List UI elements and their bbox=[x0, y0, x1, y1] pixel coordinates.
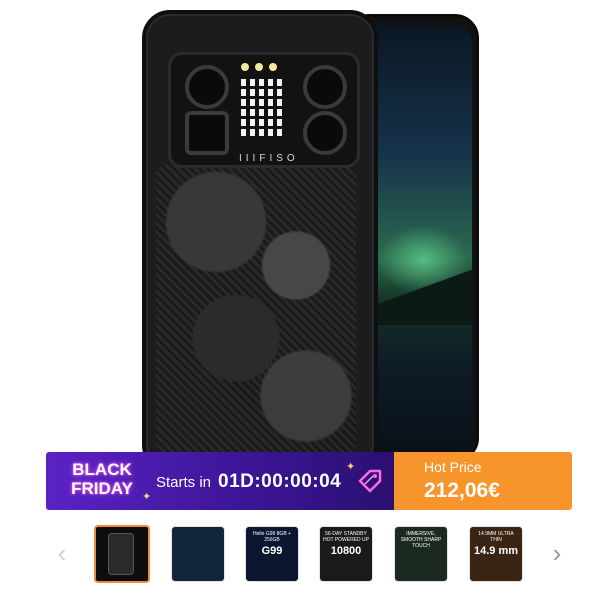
event-title-line1: BLACK bbox=[72, 460, 132, 479]
fingerprint-sensor-icon bbox=[185, 111, 229, 155]
product-image[interactable]: IIIFISO bbox=[0, 0, 601, 473]
starts-in-label: Starts in bbox=[156, 474, 212, 491]
thumbnail-headline: G99 bbox=[261, 545, 283, 557]
hot-price-value: 212,06€ bbox=[424, 479, 500, 502]
camera-lens-icon bbox=[303, 111, 347, 155]
chevron-left-icon[interactable]: ‹ bbox=[52, 538, 72, 569]
thumbnail-caption: 56-DAY STANDBY HOT POWERED UP bbox=[322, 531, 370, 543]
thumbnail-headline: 10800 bbox=[330, 545, 362, 557]
thumbnail-3[interactable]: Helio G99 8GB + 256GB G99 bbox=[245, 526, 299, 582]
camo-pattern bbox=[156, 164, 356, 454]
price-tag-icon bbox=[358, 469, 382, 493]
event-title: BLACK FRIDAY bbox=[60, 460, 144, 498]
camera-lens-icon bbox=[303, 65, 347, 109]
hot-price-panel: Hot Price 212,06€ bbox=[394, 452, 572, 510]
thumbnail-2[interactable] bbox=[171, 526, 225, 582]
led-matrix bbox=[241, 79, 285, 139]
thumbnail-carousel: ‹ Helio G99 8GB + 256GB G99 56-DAY STAND… bbox=[0, 522, 601, 586]
camera-lens-icon bbox=[185, 65, 229, 109]
chevron-right-icon[interactable]: › bbox=[547, 538, 567, 569]
thumbnail-caption: IMMERSIVE, SMOOTH SHARP TOUCH bbox=[400, 531, 442, 549]
black-friday-banner[interactable]: BLACK FRIDAY ✦ Starts in 01D:00:00:04 ✦ bbox=[46, 452, 394, 510]
phone-back-panel: IIIFISO bbox=[142, 10, 378, 473]
countdown-timer: 01D:00:00:04 bbox=[218, 471, 342, 492]
event-title-line2: FRIDAY bbox=[71, 479, 133, 498]
sparkle-icon: ✦ bbox=[142, 491, 152, 503]
brand-logo: IIIFISO bbox=[239, 153, 299, 164]
thumbnail-6[interactable]: 14.9MM ULTRA THIN 14.9 mm bbox=[469, 526, 523, 582]
hot-price-label: Hot Price bbox=[424, 459, 482, 475]
flash-led-icon bbox=[241, 63, 249, 71]
flash-led-icon bbox=[255, 63, 263, 71]
thumbnail-headline: 14.9 mm bbox=[473, 545, 519, 557]
thumbnail-1[interactable] bbox=[94, 525, 150, 583]
phone-thumbnail-icon bbox=[108, 533, 134, 575]
thumbnail-5[interactable]: IMMERSIVE, SMOOTH SHARP TOUCH bbox=[394, 526, 448, 582]
thumbnail-caption: Helio G99 8GB + 256GB bbox=[253, 531, 291, 543]
thumbnail-4[interactable]: 56-DAY STANDBY HOT POWERED UP 10800 bbox=[319, 526, 373, 582]
thumbnail-caption: 14.9MM ULTRA THIN bbox=[478, 531, 514, 543]
camera-module: IIIFISO bbox=[168, 52, 360, 168]
flash-led-icon bbox=[269, 63, 277, 71]
